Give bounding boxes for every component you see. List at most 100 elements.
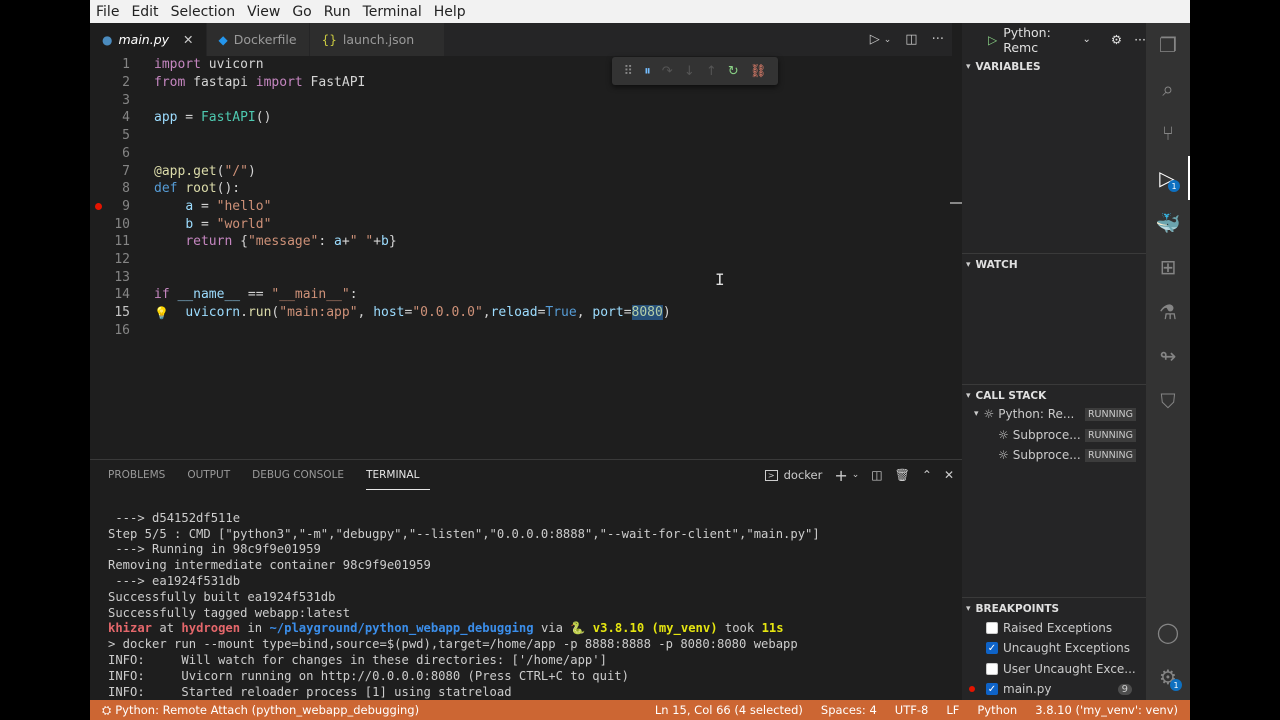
- menu-view[interactable]: View: [241, 4, 286, 20]
- menu-selection[interactable]: Selection: [165, 4, 242, 20]
- code-editor[interactable]: 1 import uvicorn 2 from fastapi import Fast…: [90, 56, 952, 458]
- drag-handle-icon[interactable]: ⠿: [624, 64, 634, 79]
- more-actions-icon[interactable]: ···: [932, 32, 944, 47]
- terminal-select[interactable]: docker: [784, 468, 823, 482]
- split-editor-icon[interactable]: ◫: [905, 32, 917, 47]
- status-encoding[interactable]: UTF-8: [895, 703, 929, 717]
- account-icon[interactable]: ◯: [1146, 610, 1190, 654]
- call-stack-item[interactable]: ▾ ☼ Python: Re... RUNNING: [962, 404, 1146, 424]
- gear-icon[interactable]: ⚙: [1111, 32, 1122, 47]
- maximize-panel-icon[interactable]: ⌃: [922, 468, 932, 482]
- line-number[interactable]: 2: [90, 75, 130, 90]
- breakpoints-section-header[interactable]: ▾ BREAKPOINTS: [962, 597, 1146, 619]
- line-number[interactable]: 8: [90, 181, 130, 196]
- disconnect-icon[interactable]: ⛓: [750, 64, 767, 79]
- breakpoint-dot-icon[interactable]: [95, 202, 102, 210]
- status-cursor-position[interactable]: Ln 15, Col 66 (4 selected): [655, 703, 803, 717]
- pause-icon[interactable]: ⏸: [644, 64, 651, 79]
- debug-config-select[interactable]: Python: Remc: [1003, 25, 1076, 55]
- breakpoint-main-py[interactable]: ✓ main.py 9: [962, 679, 1146, 699]
- tab-main-py[interactable]: ● main.py ✕: [90, 23, 207, 56]
- menu-terminal[interactable]: Terminal: [357, 4, 428, 20]
- code-text: b = "world": [185, 216, 272, 232]
- menu-file[interactable]: File: [90, 4, 125, 20]
- prompt-python-version: 🐍 v3.8.10 (my_venv): [570, 621, 718, 636]
- line-number[interactable]: 13: [90, 270, 130, 285]
- breakpoint-label: User Uncaught Exce...: [1003, 662, 1136, 676]
- menu-edit[interactable]: Edit: [125, 4, 164, 20]
- run-debug-icon[interactable]: ▷ 1: [1146, 156, 1190, 200]
- chevron-down-icon[interactable]: ⌄: [1082, 34, 1090, 45]
- status-eol[interactable]: LF: [946, 703, 959, 717]
- checkbox[interactable]: [986, 622, 998, 634]
- trash-icon[interactable]: 🗑: [895, 468, 910, 482]
- close-panel-icon[interactable]: ✕: [944, 468, 954, 482]
- status-indentation[interactable]: Spaces: 4: [821, 703, 877, 717]
- start-debugging-icon[interactable]: ▷: [988, 33, 997, 47]
- menu-go[interactable]: Go: [286, 4, 317, 20]
- step-out-icon[interactable]: ↑: [706, 64, 717, 79]
- section-title: VARIABLES: [975, 61, 1041, 73]
- tab-launch-json[interactable]: {} launch.json: [309, 23, 446, 56]
- terminal-output[interactable]: ---> d54152df511e Step 5/5 : CMD ["pytho…: [108, 495, 820, 716]
- status-debug-session[interactable]: Python: Remote Attach (python_webapp_deb…: [115, 703, 419, 718]
- testing-icon[interactable]: ⚗: [1146, 290, 1190, 334]
- breakpoint-uncaught-exceptions[interactable]: ✓ Uncaught Exceptions: [962, 638, 1146, 658]
- source-control-icon[interactable]: ⑂: [1146, 111, 1190, 155]
- call-stack-item[interactable]: ☼ Subproce... RUNNING: [962, 445, 1146, 465]
- breakpoint-raised-exceptions[interactable]: Raised Exceptions: [962, 618, 1146, 638]
- line-number[interactable]: 3: [90, 93, 130, 108]
- tab-terminal[interactable]: TERMINAL: [366, 460, 431, 490]
- step-into-icon[interactable]: ↓: [684, 64, 695, 79]
- gitlab-icon[interactable]: ⛉: [1146, 379, 1190, 423]
- menu-run[interactable]: Run: [318, 4, 357, 20]
- docker-icon: ◆: [218, 32, 228, 47]
- status-interpreter[interactable]: 3.8.10 ('my_venv': venv): [1035, 703, 1178, 717]
- code-line: 7 @app.get("/"): [90, 162, 950, 180]
- watch-section-header[interactable]: ▾ WATCH: [962, 253, 1146, 275]
- checkbox[interactable]: ✓: [986, 683, 998, 695]
- line-number[interactable]: 16: [90, 323, 130, 338]
- search-icon[interactable]: ⌕: [1146, 67, 1190, 111]
- breakpoint-user-uncaught[interactable]: User Uncaught Exce...: [962, 659, 1146, 679]
- right-letterbox: [1190, 0, 1280, 720]
- docker-icon[interactable]: 🐳: [1146, 201, 1190, 245]
- chevron-down-icon[interactable]: ⌄: [852, 470, 860, 480]
- step-over-icon[interactable]: ↷: [662, 64, 673, 79]
- tab-output[interactable]: OUTPUT: [187, 460, 241, 490]
- variables-section-header[interactable]: ▾ VARIABLES: [962, 56, 1146, 78]
- more-actions-icon[interactable]: ···: [1134, 32, 1146, 47]
- line-number[interactable]: 4: [90, 110, 130, 125]
- call-stack-item[interactable]: ☼ Subproce... RUNNING: [962, 425, 1146, 445]
- new-terminal-icon[interactable]: +: [834, 466, 847, 485]
- split-terminal-icon[interactable]: ◫: [871, 468, 882, 482]
- checkbox[interactable]: ✓: [986, 642, 998, 654]
- restart-icon[interactable]: ↻: [728, 64, 739, 79]
- explorer-icon[interactable]: ❐: [1146, 23, 1190, 67]
- status-language[interactable]: Python: [977, 703, 1017, 717]
- line-number[interactable]: 14: [90, 287, 130, 302]
- tab-debug-console[interactable]: DEBUG CONSOLE: [252, 460, 355, 490]
- line-number[interactable]: 12: [90, 252, 130, 267]
- call-stack-section-header[interactable]: ▾ CALL STACK: [962, 384, 1146, 406]
- breakpoint-label: Raised Exceptions: [1003, 621, 1113, 635]
- line-number[interactable]: 15: [90, 305, 130, 320]
- line-number[interactable]: 7: [90, 164, 130, 179]
- tab-problems[interactable]: PROBLEMS: [108, 460, 176, 490]
- line-number[interactable]: 5: [90, 128, 130, 143]
- remote-explorer-icon[interactable]: ↬: [1146, 334, 1190, 378]
- line-number[interactable]: 1: [90, 57, 130, 72]
- chevron-down-icon[interactable]: ⌄: [884, 35, 892, 45]
- manage-gear-icon[interactable]: ⚙ 1: [1146, 655, 1190, 699]
- tab-label: launch.json: [342, 32, 415, 47]
- line-number[interactable]: 6: [90, 146, 130, 161]
- menu-help[interactable]: Help: [428, 4, 472, 20]
- tab-dockerfile[interactable]: ◆ Dockerfile: [206, 23, 310, 56]
- checkbox[interactable]: [986, 663, 998, 675]
- line-number[interactable]: 10: [90, 217, 130, 232]
- extensions-icon[interactable]: ⊞: [1146, 245, 1190, 289]
- run-file-icon[interactable]: ▷: [870, 32, 880, 47]
- close-icon[interactable]: ✕: [183, 32, 193, 47]
- line-number[interactable]: 11: [90, 234, 130, 249]
- breakpoint-label: Uncaught Exceptions: [1003, 641, 1130, 655]
